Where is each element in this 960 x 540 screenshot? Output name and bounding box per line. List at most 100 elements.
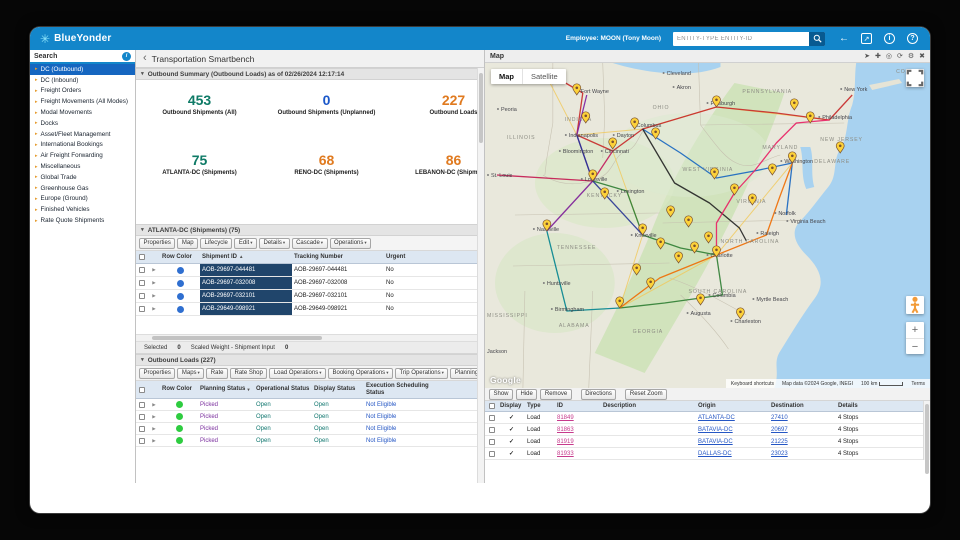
sidebar-item-miscellaneous[interactable]: ▸Miscellaneous — [30, 161, 135, 172]
fullscreen-button[interactable] — [906, 69, 924, 87]
row-checkbox[interactable] — [139, 306, 145, 312]
row-checkbox[interactable] — [139, 267, 145, 273]
sidebar-item-finished-vehicles[interactable]: ▸Finished Vehicles — [30, 204, 135, 215]
shipment-id-cell[interactable]: AOB-29697-032008 — [200, 277, 292, 289]
row-checkbox[interactable] — [139, 280, 145, 286]
row-checkbox[interactable] — [139, 426, 145, 432]
tab-trip-operations[interactable]: Trip Operations▾ — [395, 368, 448, 379]
expand-row-icon[interactable]: ▶ — [152, 306, 155, 312]
stat-value[interactable]: 75 — [136, 152, 263, 168]
map-toolbar-reset-zoom[interactable]: Reset Zoom — [625, 389, 667, 400]
row-checkbox[interactable] — [139, 293, 145, 299]
tab-properties[interactable]: Properties — [139, 368, 175, 379]
column-header-type[interactable]: Type — [525, 401, 555, 411]
expand-row-icon[interactable]: ▶ — [152, 402, 155, 408]
column-header-urgent[interactable]: Urgent — [384, 251, 418, 263]
map-canvas[interactable]: ILLINOISINDIANAOHIOPENNSYLVANIANEW JERSE… — [485, 63, 930, 388]
shipment-id-cell[interactable]: AOB-29649-098921 — [200, 303, 292, 315]
refresh-icon[interactable]: ⟳ — [897, 53, 903, 60]
tab-properties[interactable]: Properties — [139, 238, 175, 249]
row-checkbox[interactable] — [139, 402, 145, 408]
keyboard-shortcuts-link[interactable]: Keyboard shortcuts — [731, 381, 774, 387]
tab-rate-shop[interactable]: Rate Shop — [230, 368, 267, 379]
column-header-destination[interactable]: Destination — [769, 401, 836, 411]
sidebar-item-modal-movements[interactable]: ▸Modal Movements — [30, 107, 135, 118]
display-check-icon[interactable]: ✓ — [498, 436, 525, 447]
row-checkbox[interactable] — [489, 427, 495, 433]
zoom-box-icon[interactable]: ◎ — [886, 53, 892, 60]
select-all-checkbox[interactable] — [485, 401, 498, 411]
map-type-map-button[interactable]: Map — [491, 69, 522, 84]
scrollbar-thumb[interactable] — [925, 404, 929, 474]
shipment-row[interactable]: ▶AOB-29697-044481AOB-29697-044481No — [136, 264, 484, 277]
expand-row-icon[interactable]: ▶ — [152, 414, 155, 420]
display-check-icon[interactable]: ✓ — [498, 412, 525, 423]
destination-link[interactable]: 20697 — [769, 424, 836, 435]
column-header-row-color[interactable]: Row Color — [160, 251, 200, 263]
search-button[interactable] — [809, 32, 825, 46]
load-id-link[interactable]: 81933 — [555, 448, 601, 459]
sidebar-item-docks[interactable]: ▸Docks — [30, 118, 135, 129]
load-id-link[interactable]: 81919 — [555, 436, 601, 447]
expand-row-icon[interactable]: ▶ — [152, 426, 155, 432]
sidebar-item-freight-orders[interactable]: ▸Freight Orders — [30, 86, 135, 97]
row-checkbox[interactable] — [489, 415, 495, 421]
expand-row-icon[interactable]: ▶ — [152, 267, 155, 273]
help-icon[interactable]: ? — [907, 33, 918, 44]
sidebar-item-greenhouse-gas[interactable]: ▸Greenhouse Gas — [30, 183, 135, 194]
map-table-row[interactable]: ✓Load81849ATLANTA-DC274104 Stops — [485, 412, 930, 424]
sidebar-item-international-bookings[interactable]: ▸International Bookings — [30, 140, 135, 151]
map-table-row[interactable]: ✓Load81919BATAVIA-DC212254 Stops — [485, 436, 930, 448]
loads-section-header[interactable]: ▾ Outbound Loads (227) — [136, 354, 484, 366]
atlanta-section-header[interactable]: ▾ ATLANTA-DC (Shipments) (75) — [136, 224, 484, 236]
load-row[interactable]: ▶PickedOpenOpenNot Eligible — [136, 435, 484, 447]
column-header-shipment-id[interactable]: Shipment ID▲ — [200, 251, 292, 263]
map-table-vscrollbar[interactable] — [923, 401, 930, 460]
tab-load-operations[interactable]: Load Operations▾ — [269, 368, 326, 379]
display-check-icon[interactable]: ✓ — [498, 448, 525, 459]
map-toolbar-show[interactable]: Show — [489, 389, 513, 400]
main-vscrollbar[interactable] — [477, 68, 484, 483]
scrollbar-thumb[interactable] — [152, 336, 322, 340]
zoom-out-button[interactable]: − — [906, 338, 924, 354]
stat-value[interactable]: 227 — [390, 92, 484, 108]
export-icon[interactable]: ↗ — [861, 33, 872, 44]
settings-icon[interactable]: ⚙ — [908, 53, 914, 60]
expand-row-icon[interactable]: ▶ — [152, 280, 155, 286]
shipment-id-cell[interactable]: AOB-29697-032101 — [200, 290, 292, 302]
map-toolbar-hide[interactable]: Hide — [516, 389, 537, 400]
summary-section-header[interactable]: ▾ Outbound Summary (Outbound Loads) as o… — [136, 68, 484, 80]
sidebar-item-dc-outbound-[interactable]: ▸DC (Outbound) — [30, 64, 135, 75]
map-table-row[interactable]: ✓Load81933DALLAS-DC230234 Stops — [485, 448, 930, 460]
load-row[interactable]: ▶PickedOpenOpenNot Eligible — [136, 423, 484, 435]
stat-value[interactable]: 68 — [263, 152, 390, 168]
column-header-operational-status[interactable]: Operational Status — [254, 381, 312, 398]
stat-value[interactable]: 86 — [390, 152, 484, 168]
pan-icon[interactable]: ➤ — [864, 53, 870, 60]
load-row[interactable]: ▶PickedOpenOpenNot Eligible — [136, 411, 484, 423]
tab-map[interactable]: Map — [177, 238, 198, 249]
atlanta-hscrollbar[interactable] — [136, 334, 484, 342]
shipment-id-cell[interactable]: AOB-29697-044481 — [200, 264, 292, 276]
tab-cascade[interactable]: Cascade▾ — [292, 238, 328, 249]
sidebar-item-air-freight-forwarding[interactable]: ▸Air Freight Forwarding — [30, 150, 135, 161]
entity-search-input[interactable] — [673, 36, 809, 42]
column-header-execution-scheduling-status[interactable]: Execution Scheduling Status — [364, 381, 442, 398]
pegman-icon[interactable] — [906, 296, 924, 314]
sidebar-item-freight-movements-all-modes-[interactable]: ▸Freight Movements (All Modes) — [30, 96, 135, 107]
back-chevron-icon[interactable]: ‹ — [143, 53, 147, 64]
shipment-row[interactable]: ▶AOB-29649-098921AOB-29649-098921No — [136, 303, 484, 316]
column-header-origin[interactable]: Origin — [696, 401, 769, 411]
scrollbar-thumb[interactable] — [479, 73, 483, 143]
column-header-id[interactable]: ID — [555, 401, 601, 411]
row-checkbox[interactable] — [139, 438, 145, 444]
sidebar-item-dc-inbound-[interactable]: ▸DC (Inbound) — [30, 75, 135, 86]
sidebar-item-rate-quote-shipments[interactable]: ▸Rate Quote Shipments — [30, 215, 135, 226]
column-header-display-status[interactable]: Display Status — [312, 381, 364, 398]
column-header-details[interactable]: Details — [836, 401, 878, 411]
destination-link[interactable]: 27410 — [769, 412, 836, 423]
back-icon[interactable]: ← — [839, 33, 849, 44]
row-checkbox[interactable] — [139, 414, 145, 420]
destination-link[interactable]: 21225 — [769, 436, 836, 447]
crosshair-icon[interactable]: ✚ — [875, 53, 881, 60]
